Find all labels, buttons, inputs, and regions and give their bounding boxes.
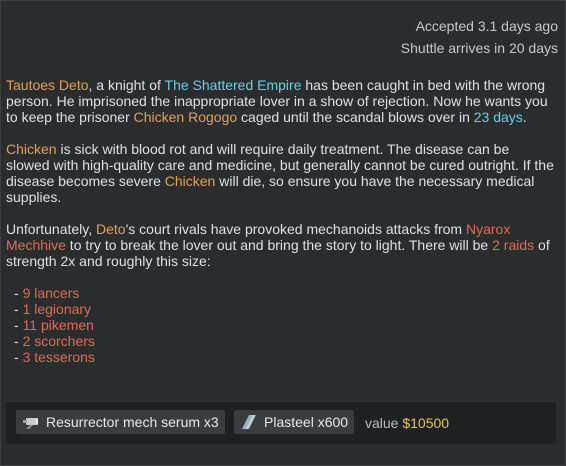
raid-count: 2 raids <box>492 237 535 253</box>
list-item: - 3 tesserons <box>14 349 95 365</box>
pawn-name-link[interactable]: Tautoes Deto <box>6 77 89 93</box>
paragraph-threat: Unfortunately, Deto's court rivals have … <box>6 221 550 269</box>
reward-serum[interactable]: Resurrector mech serum x3 <box>16 410 225 434</box>
rewards-bar: Resurrector mech serum x3 Plasteel x600 … <box>6 402 556 444</box>
prisoner-name-link[interactable]: Chicken Rogogo <box>134 109 238 125</box>
threat-label: 9 lancers <box>22 285 80 301</box>
faction-name-link[interactable]: The Shattered Empire <box>165 77 302 93</box>
reward-value-amount: $10500 <box>402 415 450 431</box>
pawn-name-link[interactable]: Deto <box>96 221 126 237</box>
shuttle-arrival: Shuttle arrives in 20 days <box>400 40 558 56</box>
prisoner-name-link[interactable]: Chicken <box>165 173 216 189</box>
reward-value: value $10500 <box>365 415 450 431</box>
list-item: - 9 lancers <box>14 285 80 301</box>
duration-days: 23 days <box>473 109 523 125</box>
list-item: - 1 legionary <box>14 301 92 317</box>
prisoner-name-link[interactable]: Chicken <box>6 141 57 157</box>
paragraph-intro: Tautoes Deto, a knight of The Shattered … <box>6 77 548 125</box>
reward-label: Plasteel x600 <box>264 414 349 430</box>
reward-plasteel[interactable]: Plasteel x600 <box>234 410 355 434</box>
serum-icon <box>20 413 42 431</box>
paragraph-disease: Chicken is sick with blood rot and will … <box>6 141 554 205</box>
plasteel-icon <box>238 413 260 431</box>
list-item: - 2 scorchers <box>14 333 95 349</box>
threat-label: 1 legionary <box>22 301 92 317</box>
list-item: - 11 pikemen <box>14 317 94 333</box>
threat-label: 2 scorchers <box>22 333 95 349</box>
threat-label: 3 tesserons <box>22 349 95 365</box>
threat-label: 11 pikemen <box>22 317 94 333</box>
reward-label: Resurrector mech serum x3 <box>46 414 219 430</box>
accepted-time: Accepted 3.1 days ago <box>415 18 558 34</box>
quest-description: Tautoes Deto, a knight of The Shattered … <box>6 77 554 365</box>
threat-list: - 9 lancers - 1 legionary - 11 pikemen -… <box>14 285 554 365</box>
